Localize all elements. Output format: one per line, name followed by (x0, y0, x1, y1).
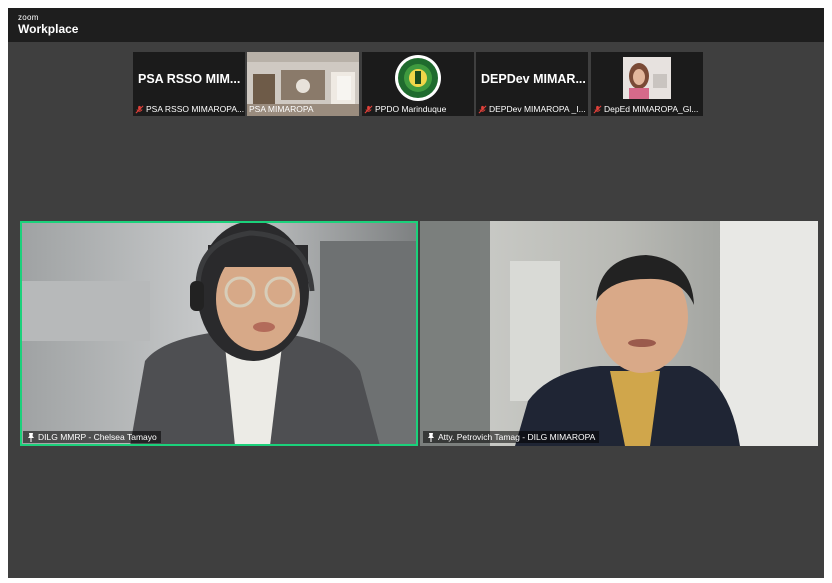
zoom-logo-small: zoom (18, 13, 39, 22)
main-video-participant[interactable]: Atty. Petrovich Tamag - DILG MIMAROPA (420, 221, 818, 446)
participant-label-text: PSA MIMAROPA (249, 104, 314, 114)
participant-label-text: DepEd MIMAROPA_Gl... (604, 104, 699, 114)
participant-display-name: DEPDev MIMAR... (481, 72, 586, 86)
participant-name-label: DEPDev MIMAROPA _I... (478, 104, 586, 114)
participant-label-text: PPDO Marinduque (375, 104, 447, 114)
participant-name-label: DILG MMRP - Chelsea Tamayo (23, 431, 161, 443)
pin-icon (27, 432, 35, 442)
mic-muted-icon (478, 105, 487, 114)
participant-tile[interactable]: PPDO Marinduque (362, 52, 474, 116)
workplace-logo-text: Workplace (18, 22, 79, 36)
participant-name-label: Atty. Petrovich Tamag - DILG MIMAROPA (423, 431, 600, 443)
mic-muted-icon (593, 105, 602, 114)
participant-name-label: PSA RSSO MIMAROPA... (135, 104, 244, 114)
participant-label-text: Atty. Petrovich Tamag - DILG MIMAROPA (438, 432, 596, 442)
gallery-strip: PSA RSSO MIM... PSA RSSO MIMAROPA... PSA… (133, 52, 705, 116)
title-bar: zoom Workplace (8, 8, 824, 42)
participant-tile[interactable]: PSA RSSO MIM... PSA RSSO MIMAROPA... (133, 52, 245, 116)
participant-tile[interactable]: DepEd MIMAROPA_Gl... (591, 52, 703, 116)
participant-label-text: DILG MMRP - Chelsea Tamayo (38, 432, 157, 442)
participant-label-text: PSA RSSO MIMAROPA... (146, 104, 245, 114)
zoom-meeting-window: zoom Workplace PSA RSSO MIM... PSA RSSO … (8, 8, 824, 578)
mic-muted-icon (364, 105, 373, 114)
mic-muted-icon (135, 105, 144, 114)
participant-name-label: DepEd MIMAROPA_Gl... (593, 104, 698, 114)
participant-tile[interactable]: PSA MIMAROPA (247, 52, 359, 116)
participant-name-label: PPDO Marinduque (364, 104, 446, 114)
participant-video (20, 221, 418, 446)
participant-display-name: PSA RSSO MIM... (138, 72, 241, 86)
main-video-speaker[interactable]: DILG MMRP - Chelsea Tamayo (20, 221, 418, 446)
participant-tile[interactable]: DEPDev MIMAR... DEPDev MIMAROPA _I... (476, 52, 588, 116)
participant-name-label: PSA MIMAROPA (249, 104, 314, 114)
participant-video (420, 221, 818, 446)
pin-icon (427, 432, 435, 442)
participant-label-text: DEPDev MIMAROPA _I... (489, 104, 586, 114)
